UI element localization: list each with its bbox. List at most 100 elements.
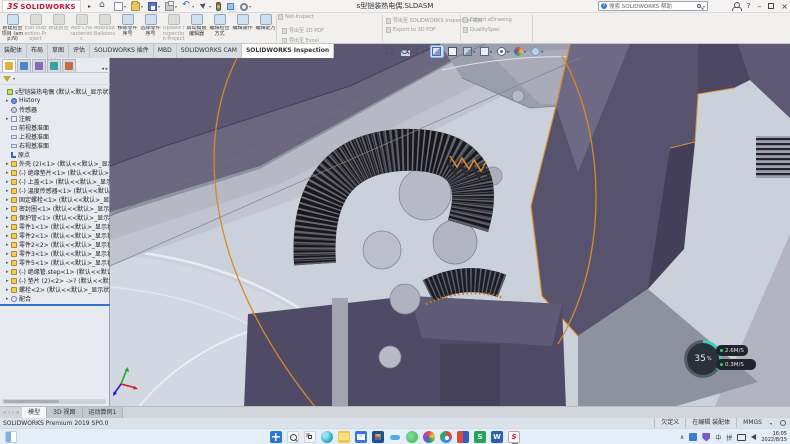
ribbon-button[interactable]: 编辑操作 <box>231 13 254 43</box>
export-menu-item[interactable]: Net-Inspect <box>278 14 314 20</box>
taskbar-app-icon[interactable] <box>406 431 418 443</box>
graphics-viewport[interactable]: ▾ ▾ ▾ ▾ ▾ <box>110 44 790 408</box>
help-button[interactable]: ? <box>747 2 751 10</box>
tab-propertymanager[interactable] <box>17 59 31 72</box>
taskbar-app-icon[interactable]: S <box>508 431 520 443</box>
ribbon-tab[interactable]: SOLIDWORKS CAM <box>177 44 242 58</box>
view-tool-button[interactable]: ▾ <box>496 46 510 57</box>
panel-horizontal-scrollbar[interactable] <box>2 399 106 404</box>
tree-item[interactable]: ▸ 零件2<1> (默认<<默认>_显示状 <box>0 231 110 240</box>
tree-item[interactable]: ▸ 配合 <box>0 294 110 303</box>
search-icon[interactable] <box>697 4 701 8</box>
taskbar-app-icon[interactable]: W <box>491 431 503 443</box>
ribbon-tab[interactable]: 装配体 <box>0 44 27 58</box>
export-menu-item[interactable]: QualitySpec <box>463 27 500 33</box>
rollback-bar[interactable] <box>0 304 110 306</box>
tree-item[interactable]: 原点 <box>0 150 110 159</box>
tree-item[interactable]: ▸ 零件5<1> (默认<<默认>_显示状 <box>0 258 110 267</box>
close-button[interactable]: × <box>781 2 788 11</box>
tree-item[interactable]: ▸ 注解 <box>0 114 110 123</box>
export-menu-item[interactable]: Export eDrawing <box>463 17 512 23</box>
tree-item[interactable]: ▸ (-) 绝缘管.step<1> (默认<<默认> <box>0 267 110 276</box>
document-tab[interactable]: 模型 <box>22 407 47 418</box>
scrollbar-thumb[interactable] <box>4 400 59 403</box>
taskbar-app-icon[interactable] <box>270 431 282 443</box>
tree-item[interactable]: ▸ 保护管<1> (默认<<默认>_显示状 <box>0 213 110 222</box>
user-account-icon[interactable] <box>732 2 740 10</box>
ribbon-button[interactable]: 移除零件序号 <box>116 13 139 43</box>
widgets-icon[interactable] <box>5 431 17 443</box>
view-tool-button[interactable]: ▾ <box>530 46 544 57</box>
view-tool-button[interactable]: ▾ <box>513 46 527 57</box>
taskbar-app-icon[interactable] <box>287 431 299 443</box>
ribbon-button[interactable]: 编辑检查方式 <box>208 13 231 43</box>
tree-item[interactable]: ▸ 密封圈<1> (默认<<默认>_显示状 <box>0 204 110 213</box>
speaker-icon[interactable] <box>751 434 756 440</box>
tree-item[interactable]: ▸ History <box>0 96 110 105</box>
restore-button[interactable] <box>768 3 774 9</box>
tree-item[interactable]: ▸ (-) 垫片 (2)<2> ->? (默认<<默认 <box>0 276 110 285</box>
help-search-box[interactable]: ? 搜索 SOLIDWORKS 帮助 ▾ <box>598 1 708 11</box>
tree-item[interactable]: ▸ 固定螺栓<1> (默认<<默认>_显示 <box>0 195 110 204</box>
tree-item[interactable]: 前视基准面 <box>0 123 110 132</box>
taskbar-app-icon[interactable] <box>355 431 367 443</box>
minimize-button[interactable]: – <box>757 2 761 11</box>
tree-root-item[interactable]: s型铠装热电偶 (默认<默认_显示状态-1 <box>0 87 110 96</box>
export-menu-item[interactable]: 导出至 Excel <box>282 37 319 44</box>
tree-item[interactable]: ▸ (-) 上盖<1> (默认<<默认>_显示状 <box>0 177 110 186</box>
screen-recorder-overlay[interactable]: 35 % 2.6M/S 0.3M/S <box>684 338 772 382</box>
quick-access-button[interactable]: ▾ <box>164 1 178 12</box>
tree-item[interactable]: 传感器 <box>0 105 110 114</box>
tab-featuremanager[interactable] <box>2 59 16 72</box>
taskbar-app-icon[interactable] <box>440 431 452 443</box>
quick-access-button[interactable]: ▾ <box>198 1 212 12</box>
view-tool-button[interactable] <box>415 46 427 57</box>
tree-item[interactable]: ▸ 零件3<1> (默认<<默认>_显示状 <box>0 249 110 258</box>
tree-item[interactable]: ▸ 零件1<1> (默认<<默认>_显示状 <box>0 222 110 231</box>
clock[interactable]: 16:05 2022/8/15 <box>761 431 787 443</box>
taskbar-app-icon[interactable] <box>423 431 435 443</box>
view-tool-button[interactable] <box>385 46 397 57</box>
ribbon-button[interactable]: 新建报告 <box>47 13 70 43</box>
tab-configurationmanager[interactable] <box>32 59 46 72</box>
tree-item[interactable]: 右视基准面 <box>0 141 110 150</box>
ime-mode-button[interactable]: 拼 <box>726 433 732 442</box>
tree-item[interactable]: ▸ (-) 绝缘垫片<1> (默认<<默认>_显 <box>0 168 110 177</box>
view-tool-button[interactable]: ▾ <box>462 46 476 57</box>
taskbar-app-icon[interactable] <box>372 431 384 443</box>
security-shield-icon[interactable] <box>702 433 710 442</box>
quick-access-button[interactable]: ▾ <box>239 1 252 12</box>
tree-item[interactable]: ▸ 螺栓<2> (默认<<默认>_显示状态 <box>0 285 110 294</box>
panel-tab-scroll-arrows[interactable]: ◂ ▸ <box>101 66 110 72</box>
ribbon-button[interactable]: Add/Edit Balloons <box>93 13 116 43</box>
ribbon-button[interactable]: 新建检查项目 (amp;N) <box>1 13 24 43</box>
quick-access-button[interactable] <box>98 1 110 12</box>
ribbon-tab[interactable]: SOLIDWORKS 插件 <box>90 44 154 58</box>
ribbon-tab[interactable]: 草图 <box>48 44 69 58</box>
tree-item[interactable]: ▸ 外壳 (2)<1> (默认<<默认>_显示状 <box>0 159 110 168</box>
tab-displaymanager[interactable] <box>62 59 76 72</box>
view-tool-button[interactable]: ▾ <box>479 46 493 57</box>
view-tool-button[interactable] <box>430 45 444 58</box>
tab-nav-arrow-icon[interactable]: » <box>16 410 19 416</box>
quick-access-button[interactable]: ▾ <box>147 1 161 12</box>
export-menu-item[interactable]: 导出至 2D PDF <box>282 27 324 34</box>
ribbon-button[interactable]: Add Characteristic <box>70 13 93 43</box>
ribbon-tab[interactable]: 评估 <box>69 44 90 58</box>
tab-nav-arrow-icon[interactable]: ‹ <box>8 410 10 416</box>
tab-nav-arrow-icon[interactable]: › <box>12 410 14 416</box>
ribbon-button[interactable]: 启动模板编辑器 <box>185 13 208 43</box>
units-caret-icon[interactable]: ▾ <box>770 421 772 426</box>
taskbar-app-icon[interactable] <box>457 431 469 443</box>
tab-dimxpertmanager[interactable] <box>47 59 61 72</box>
quick-access-button[interactable]: ▾ <box>181 1 195 12</box>
export-menu-item[interactable]: Export to 3D PDF <box>386 27 436 33</box>
tray-chevron-icon[interactable]: ∧ <box>680 434 684 441</box>
ribbon-button[interactable]: Update Inspection Project <box>162 13 185 43</box>
ribbon-tab[interactable]: MBD <box>154 44 177 58</box>
ribbon-button[interactable]: Edit Inspection Project <box>24 13 47 43</box>
taskbar-app-icon[interactable] <box>321 431 333 443</box>
document-tab[interactable]: 3D 视图 <box>47 407 82 418</box>
tree-item[interactable]: ▸ (-) 温度传感器<1> (默认<<默认>_ <box>0 186 110 195</box>
taskbar-app-icon[interactable] <box>304 431 316 443</box>
